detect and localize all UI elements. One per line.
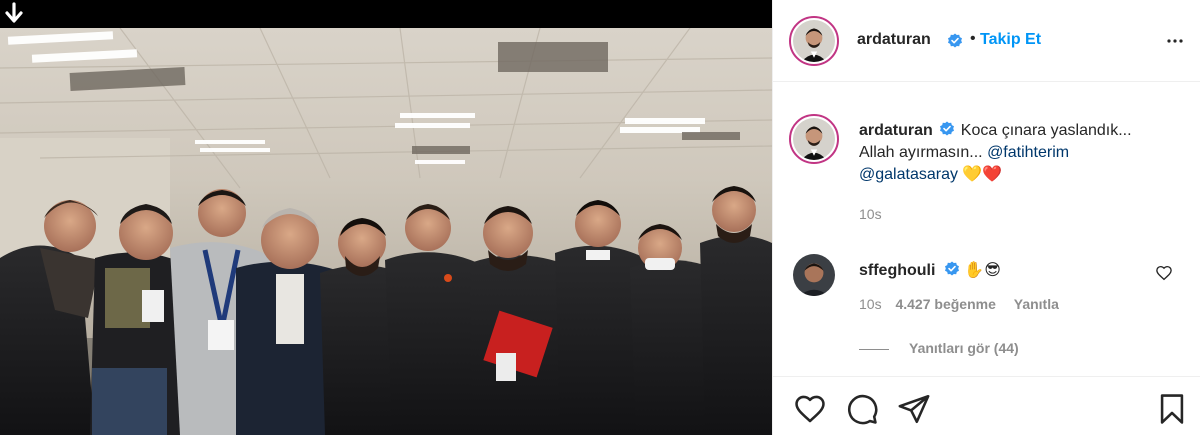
caption-username[interactable]: ardaturan — [859, 122, 933, 139]
comment-text: sffeghouli ✋😎 — [859, 260, 1001, 280]
author-username[interactable]: ardaturan — [857, 31, 931, 49]
heart-icon[interactable] — [793, 392, 827, 426]
commenter-avatar-image — [793, 254, 835, 296]
mention-galatasaray[interactable]: @galatasaray — [859, 166, 958, 183]
view-replies-label: Yanıtları gör (44) — [909, 340, 1019, 356]
post-action-bar — [773, 376, 1200, 435]
post-side-panel: ardaturan • Takip Et ardaturan Koca çına… — [772, 0, 1200, 435]
more-options-icon[interactable] — [1163, 29, 1187, 53]
media-top-bar — [0, 0, 772, 28]
comment-meta: 10s 4.427 beğenme Yanıtla — [859, 296, 1059, 312]
arrow-down-icon[interactable] — [4, 2, 24, 24]
comment-likes[interactable]: 4.427 beğenme — [895, 296, 995, 312]
caption-text: ardaturan Koca çınara yaslandık... Allah… — [859, 120, 1159, 186]
commenter-avatar[interactable] — [793, 254, 835, 296]
comment-timestamp[interactable]: 10s — [859, 296, 882, 312]
comment-like-heart-icon[interactable] — [1155, 264, 1173, 282]
bookmark-icon[interactable] — [1155, 392, 1189, 426]
commenter-username[interactable]: sffeghouli — [859, 262, 935, 279]
author-avatar-image — [793, 20, 835, 62]
comment-emojis: ✋😎 — [964, 262, 1001, 279]
verified-badge-icon — [944, 261, 959, 276]
post-header: ardaturan • Takip Et — [773, 0, 1200, 82]
mention-fatihterim[interactable]: @fatihterim — [987, 144, 1069, 161]
group-photo — [0, 28, 772, 435]
caption-author-avatar[interactable] — [789, 114, 839, 164]
paper-plane-icon[interactable] — [897, 392, 931, 426]
separator-dot: • — [970, 30, 976, 47]
caption-timestamp[interactable]: 10s — [859, 206, 882, 222]
caption-avatar-image — [793, 118, 835, 160]
post-media[interactable] — [0, 0, 772, 435]
caption-emojis: 💛❤️ — [962, 166, 1003, 183]
author-avatar[interactable] — [789, 16, 839, 66]
verified-badge-icon — [939, 121, 954, 136]
comment-icon[interactable] — [845, 392, 879, 426]
view-replies-button[interactable]: Yanıtları gör (44) — [859, 340, 1019, 356]
replies-divider-line — [859, 348, 889, 350]
comment-item: sffeghouli ✋😎 10s 4.427 beğenme Yanıtla … — [773, 250, 1200, 370]
reply-button[interactable]: Yanıtla — [1014, 296, 1059, 312]
follow-button[interactable]: Takip Et — [980, 31, 1041, 49]
verified-badge-icon — [948, 33, 962, 48]
